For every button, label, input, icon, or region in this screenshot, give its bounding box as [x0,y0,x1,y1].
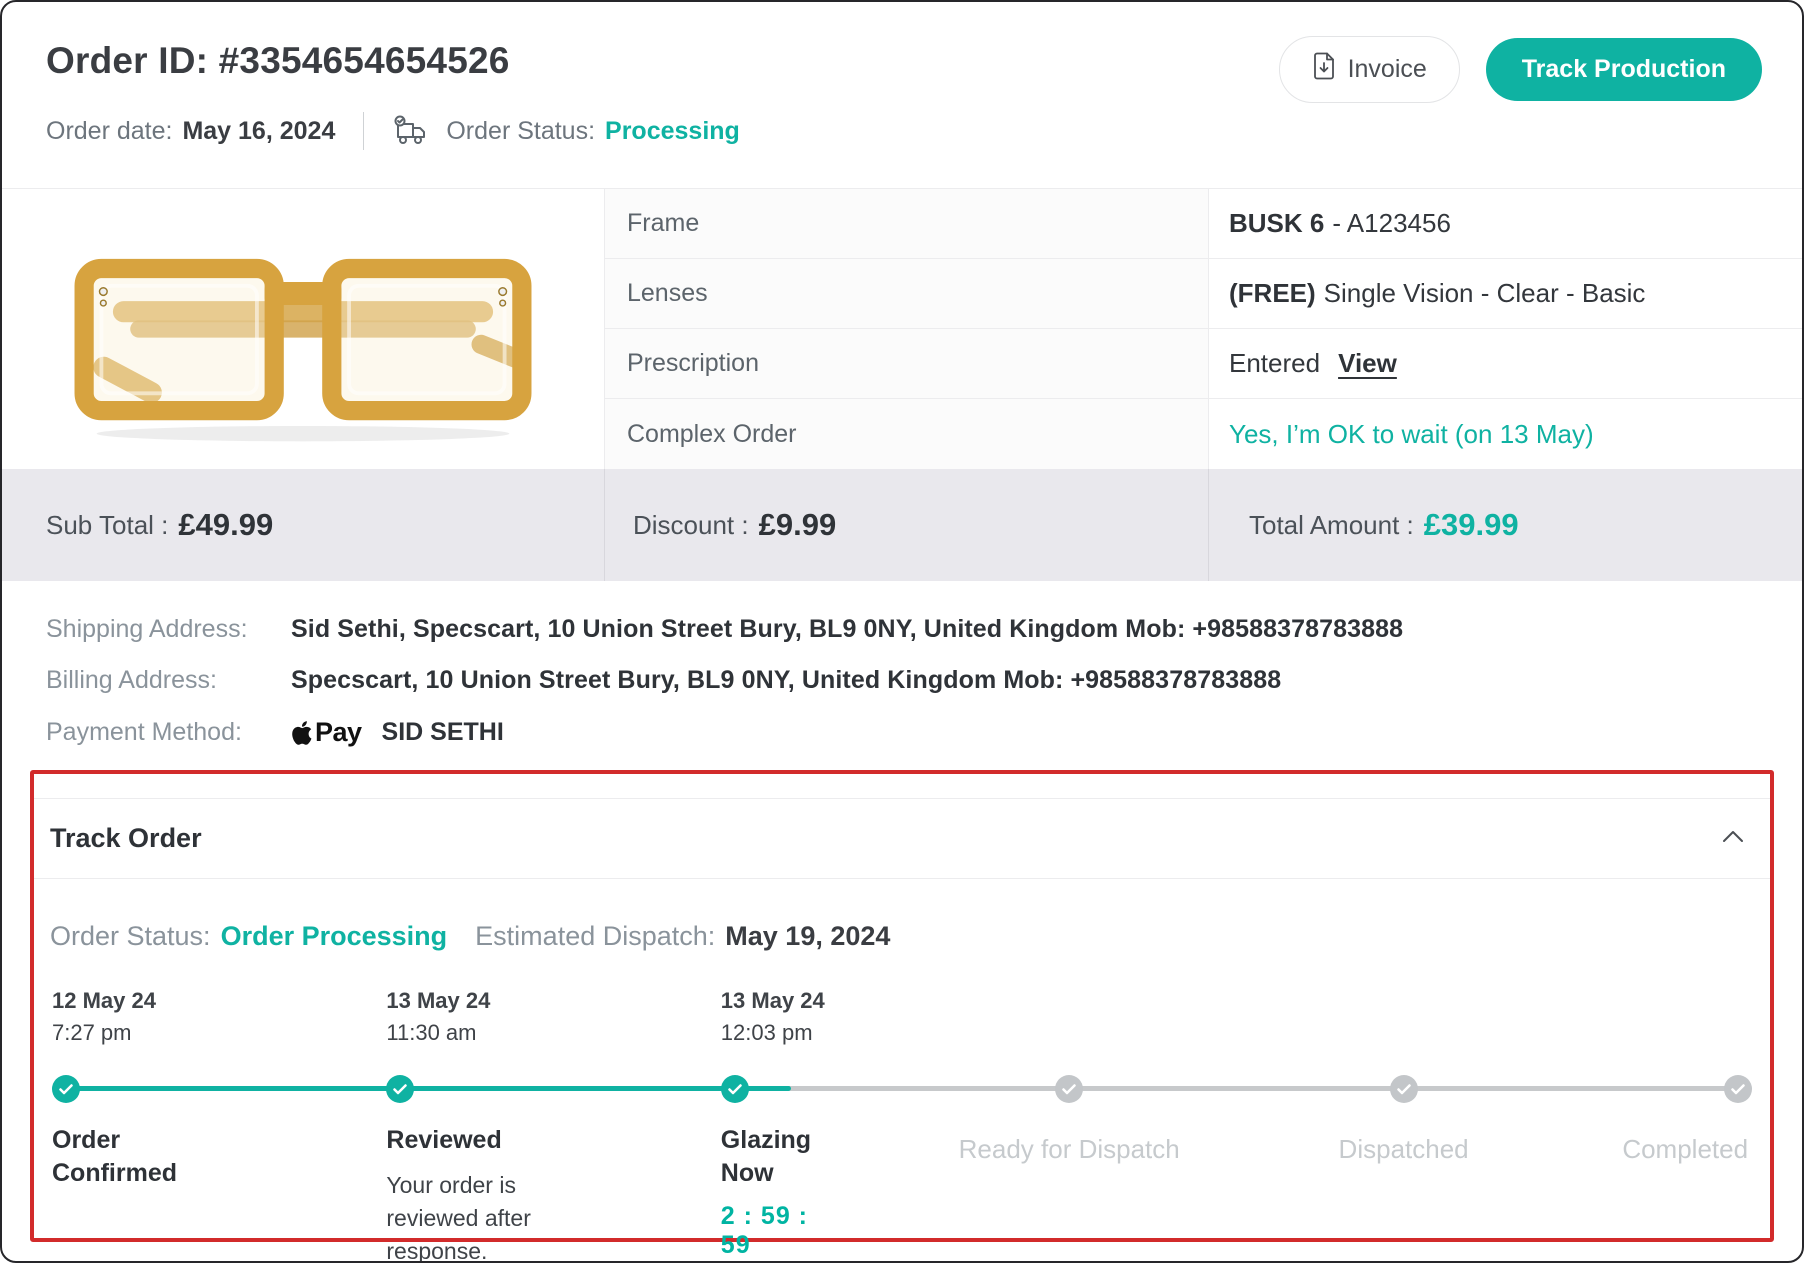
order-date-value: May 16, 2024 [182,117,335,146]
apple-icon [291,720,313,746]
frame-row-value: BUSK 6 - A123456 [1208,189,1802,259]
order-progress-timeline: 12 May 24 7:27 pm 13 May 24 11:30 am 13 … [52,986,1752,1256]
step-3-check-icon [721,1075,749,1103]
complex-order-row-label: Complex Order [604,399,1208,469]
glasses-illustration [63,209,543,449]
shipping-address-label: Shipping Address: [46,615,291,644]
track-status-row: Order Status: Order Processing Estimated… [34,879,1770,952]
step-completed-label: Completed [1622,1134,1748,1165]
chevron-up-icon[interactable] [1722,830,1744,848]
step-5-check-icon [1390,1075,1418,1103]
track-order-accordion-header[interactable]: Track Order [34,798,1770,879]
sub-total-label: Sub Total : [46,510,168,541]
payment-method-row: Payment Method: Pay SID SETHI [46,717,1758,748]
step-order-confirmed: Order Confirmed [52,1124,192,1190]
timeline-progress [52,1086,791,1091]
step-6-check-icon [1724,1075,1752,1103]
lenses-row-label: Lenses [604,259,1208,329]
step-3-date: 13 May 24 [721,986,825,1016]
total-amount-value: £39.99 [1424,507,1519,543]
product-image [2,189,604,469]
billing-address-row: Billing Address: Specscart, 10 Union Str… [46,666,1758,695]
divider [363,112,364,150]
order-totals-bar: Sub Total : £49.99 Discount : £9.99 Tota… [2,469,1802,581]
step-3-datetime: 13 May 24 12:03 pm [721,986,825,1048]
step-dispatched-label: Dispatched [1339,1134,1469,1165]
track-production-button[interactable]: Track Production [1486,38,1762,101]
shipping-address-value: Sid Sethi, Specscart, 10 Union Street Bu… [291,615,1403,644]
product-table: Frame BUSK 6 - A123456 Lenses (FREE) Sin… [2,188,1802,469]
order-status-value: Processing [605,117,740,146]
step-1-time: 7:27 pm [52,1018,156,1048]
step-1-datetime: 12 May 24 7:27 pm [52,986,156,1048]
estimated-dispatch-label: Estimated Dispatch: [475,921,715,952]
addresses-section: Shipping Address: Sid Sethi, Specscart, … [2,581,1802,748]
billing-address-value: Specscart, 10 Union Street Bury, BL9 0NY… [291,666,1281,695]
track-status-value: Order Processing [221,921,448,952]
order-status-label: Order Status: [446,117,595,146]
total-amount-label: Total Amount : [1249,510,1414,541]
total-amount-cell: Total Amount : £39.99 [1208,469,1802,581]
discount-label: Discount : [633,510,749,541]
estimated-dispatch-value: May 19, 2024 [725,921,890,952]
step-1-date: 12 May 24 [52,986,156,1016]
discount-cell: Discount : £9.99 [604,469,1208,581]
order-header: Order ID: #3354654654526 Order date: May… [2,2,1802,188]
complex-order-row-value: Yes, I’m OK to wait (on 13 May) [1208,399,1802,469]
track-status-label: Order Status: [50,921,211,952]
sub-total-value: £49.99 [178,507,273,543]
step-3-label: Glazing Now [721,1124,841,1190]
sub-total-cell: Sub Total : £49.99 [2,469,604,581]
step-2-label: Reviewed [386,1124,596,1157]
step-reviewed: Reviewed Your order is reviewed after re… [386,1124,596,1263]
glazing-countdown-timer: 2 : 59 : 59 [721,1202,841,1260]
track-order-title: Track Order [50,823,202,854]
billing-address-label: Billing Address: [46,666,291,695]
prescription-view-link[interactable]: View [1338,348,1397,379]
lenses-description: Single Vision - Clear - Basic [1324,278,1646,309]
step-2-date: 13 May 24 [386,986,490,1016]
payment-method-label: Payment Method: [46,718,291,747]
payment-method-value: Pay SID SETHI [291,717,504,748]
apple-pay-logo: Pay [291,717,362,748]
step-2-datetime: 13 May 24 11:30 am [386,986,490,1048]
step-2-time: 11:30 am [386,1018,490,1048]
step-1-label: Order Confirmed [52,1124,192,1190]
invoice-download-icon [1312,52,1336,87]
frame-name: BUSK 6 [1229,208,1324,239]
header-buttons: Invoice Track Production [1279,36,1762,103]
prescription-row-value: Entered View [1208,329,1802,399]
apple-pay-text: Pay [315,717,362,748]
invoice-button-label: Invoice [1348,55,1427,84]
invoice-button[interactable]: Invoice [1279,36,1460,103]
prescription-status: Entered [1229,348,1320,379]
delivery-truck-icon [392,113,432,149]
order-meta-row: Order date: May 16, 2024 Order Status: P… [46,112,1762,150]
step-2-description: Your order is reviewed after response. [386,1169,596,1263]
payment-holder-name: SID SETHI [382,718,504,747]
prescription-row-label: Prescription [604,329,1208,399]
step-2-check-icon [386,1075,414,1103]
step-1-check-icon [52,1075,80,1103]
shipping-address-row: Shipping Address: Sid Sethi, Specscart, … [46,615,1758,644]
step-glazing-now: Glazing Now 2 : 59 : 59 [721,1124,841,1260]
step-4-check-icon [1055,1075,1083,1103]
discount-value: £9.99 [759,507,837,543]
order-date-label: Order date: [46,117,172,146]
lenses-row-value: (FREE) Single Vision - Clear - Basic [1208,259,1802,329]
track-order-section: Track Order Order Status: Order Processi… [30,770,1774,1242]
step-ready-for-dispatch-label: Ready for Dispatch [959,1134,1180,1165]
complex-order-answer: Yes, I’m OK to wait (on 13 May) [1229,419,1594,450]
frame-row-label: Frame [604,189,1208,259]
track-production-label: Track Production [1522,55,1726,84]
order-details-page: Order ID: #3354654654526 Order date: May… [0,0,1804,1263]
step-3-time: 12:03 pm [721,1018,825,1048]
lenses-free-tag: (FREE) [1229,278,1316,309]
frame-sku: - A123456 [1332,208,1451,239]
